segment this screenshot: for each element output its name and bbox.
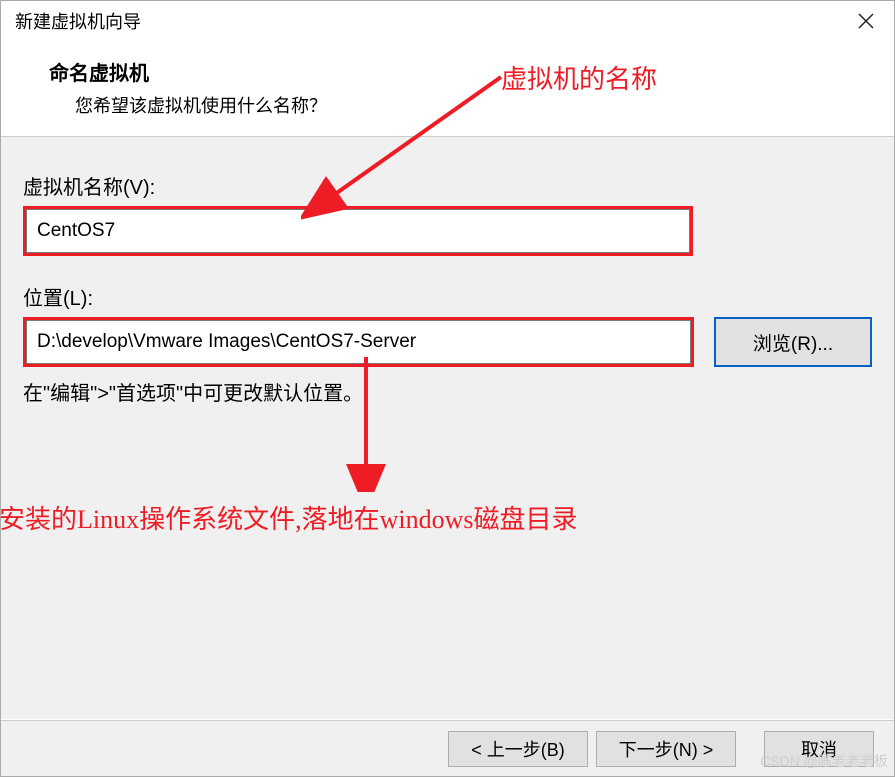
- vm-name-highlight: [23, 206, 693, 256]
- annotation-vm-name: 虚拟机的名称: [501, 59, 657, 96]
- close-button[interactable]: [846, 5, 886, 37]
- window-title: 新建虚拟机向导: [15, 8, 141, 34]
- arrow-bottom-icon: [346, 352, 386, 492]
- wizard-header: 命名虚拟机 您希望该虚拟机使用什么名称？: [1, 41, 894, 137]
- next-button[interactable]: 下一步(N) >: [596, 731, 736, 767]
- location-input[interactable]: [26, 320, 691, 364]
- watermark-text: CSDN @陈老老老板: [760, 751, 888, 771]
- form-body: 虚拟机名称(V): 位置(L): 浏览(R)... 在"编辑">"首选项"中可更…: [1, 137, 894, 719]
- location-highlight: [23, 317, 694, 367]
- location-row: 浏览(R)...: [23, 317, 872, 367]
- page-subtitle: 您希望该虚拟机使用什么名称？: [49, 92, 884, 118]
- annotation-install-location: 安装的Linux操作系统文件,落地在windows磁盘目录: [0, 499, 578, 536]
- back-button[interactable]: < 上一步(B): [448, 731, 588, 767]
- browse-button[interactable]: 浏览(R)...: [714, 317, 872, 367]
- dialog-window: 新建虚拟机向导 命名虚拟机 您希望该虚拟机使用什么名称？ 虚拟机名称(V): 位…: [0, 0, 895, 777]
- location-label: 位置(L):: [23, 282, 872, 311]
- vm-name-input[interactable]: [26, 209, 690, 253]
- close-icon: [858, 13, 874, 29]
- page-title: 命名虚拟机: [49, 57, 884, 86]
- default-location-note: 在"编辑">"首选项"中可更改默认位置。: [23, 377, 872, 406]
- vm-name-label: 虚拟机名称(V):: [23, 171, 872, 200]
- titlebar: 新建虚拟机向导: [1, 1, 894, 41]
